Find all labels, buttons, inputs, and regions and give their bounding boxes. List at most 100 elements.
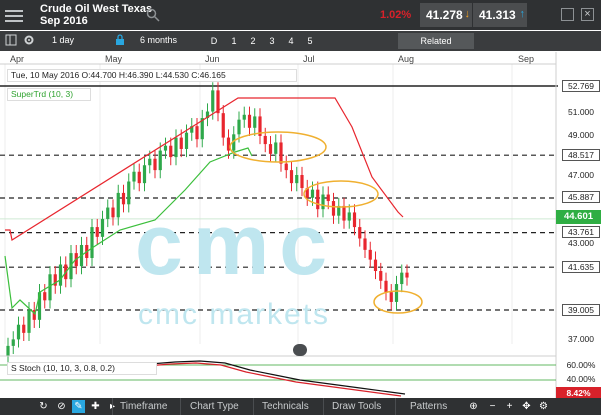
- candlestick: [242, 114, 246, 120]
- candlestick: [153, 158, 157, 171]
- timeframe-button-4[interactable]: 4: [283, 33, 299, 49]
- timeframe-button-3[interactable]: 3: [264, 33, 280, 49]
- candlestick: [347, 212, 351, 221]
- divider: [253, 398, 254, 415]
- candlestick: [90, 227, 94, 259]
- supertrend-legend[interactable]: SuperTrd (10, 3): [7, 88, 91, 101]
- candlestick: [300, 175, 304, 189]
- instrument-expiry: Sep 2016: [40, 15, 88, 27]
- refresh-icon[interactable]: ↻: [37, 400, 50, 413]
- candlestick: [111, 207, 115, 218]
- stoch-k-line: [129, 360, 406, 395]
- chart-toolbar: 1 day 6 months D 1 2 3 4 5 Related: [0, 31, 601, 51]
- tab-chart-type[interactable]: Chart Type: [190, 401, 239, 412]
- buy-price: 41.313: [479, 8, 516, 22]
- timeframe-button-5[interactable]: 5: [302, 33, 318, 49]
- pattern-highlight-ellipse: [229, 131, 327, 163]
- candlestick: [106, 207, 110, 219]
- fit-icon[interactable]: ✥: [520, 400, 533, 413]
- candlestick: [342, 205, 346, 221]
- close-icon[interactable]: ×: [581, 8, 594, 21]
- menu-icon[interactable]: [5, 7, 23, 23]
- divider: [180, 398, 181, 415]
- candlestick: [274, 142, 278, 154]
- layout-icon[interactable]: [5, 34, 17, 48]
- crosshair-icon[interactable]: ⊕: [467, 400, 480, 413]
- tab-timeframe[interactable]: Timeframe: [120, 401, 167, 412]
- candlestick: [389, 292, 393, 302]
- no-icon[interactable]: ⊘: [55, 400, 68, 413]
- candlestick: [174, 137, 178, 158]
- search-icon[interactable]: [146, 8, 160, 22]
- candlestick: [268, 144, 273, 154]
- axis-label: 49.000: [568, 130, 594, 140]
- candlestick: [394, 284, 399, 302]
- timeframe-button-d[interactable]: D: [206, 33, 222, 49]
- candlestick: [405, 272, 409, 278]
- candlestick: [289, 170, 294, 184]
- candlestick: [221, 113, 225, 138]
- candlestick: [163, 145, 168, 151]
- candlestick: [142, 165, 147, 184]
- wrench-icon[interactable]: ✚: [89, 400, 102, 413]
- timeframe-button-2[interactable]: 2: [245, 33, 261, 49]
- zoom-out-icon[interactable]: −: [486, 400, 499, 413]
- candlestick: [284, 163, 288, 171]
- candlestick: [27, 310, 31, 333]
- candlestick: [11, 339, 15, 346]
- candlestick: [169, 145, 173, 158]
- candlestick: [158, 150, 162, 171]
- tab-patterns[interactable]: Patterns: [410, 401, 447, 412]
- pane-splitter-handle[interactable]: [293, 344, 307, 356]
- candlestick: [100, 218, 105, 237]
- buy-arrow-icon: ↑: [519, 8, 526, 20]
- candlestick: [6, 345, 10, 356]
- candlestick: [295, 175, 299, 184]
- month-label: Jul: [303, 54, 315, 64]
- interval-select[interactable]: 1 day: [52, 35, 74, 45]
- settings-icon[interactable]: ⚙: [537, 400, 550, 413]
- axis-label: 37.000: [568, 334, 594, 344]
- candlestick: [195, 126, 199, 140]
- settings-icon[interactable]: [23, 34, 35, 48]
- candlestick: [137, 171, 141, 184]
- month-label: Apr: [10, 54, 25, 64]
- ohlc-info-bar: Tue, 10 May 2016 O:44.700 H:46.390 L:44.…: [7, 69, 297, 82]
- lock-icon[interactable]: [115, 34, 125, 48]
- level-label: 45.887: [562, 191, 600, 203]
- candlestick: [132, 171, 136, 182]
- instrument-title: Crude Oil West Texas Sep 2016: [40, 3, 152, 27]
- header-bar: Crude Oil West Texas Sep 2016 1.02% 41.2…: [0, 0, 601, 30]
- candlestick: [43, 292, 47, 301]
- timeframe-button-1[interactable]: 1: [226, 33, 242, 49]
- candlestick: [352, 212, 357, 228]
- candlestick: [121, 192, 126, 205]
- tab-draw-tools[interactable]: Draw Tools: [332, 401, 381, 412]
- candlestick: [400, 272, 404, 285]
- buy-button[interactable]: 41.313 ↑: [473, 3, 527, 27]
- candlestick: [363, 238, 367, 250]
- current-price-label: 44.601: [556, 210, 601, 224]
- zoom-in-icon[interactable]: +: [503, 400, 516, 413]
- month-label: Sep: [518, 54, 535, 64]
- divider: [323, 398, 324, 415]
- month-label: Jun: [205, 54, 220, 64]
- month-label: May: [105, 54, 123, 64]
- pencil-icon[interactable]: ✎: [72, 400, 85, 413]
- bottom-toolbar: ↻ ⊘ ✎ ✚ ▸ Timeframe Chart Type Technical…: [0, 398, 601, 415]
- level-label: 48.517: [562, 149, 600, 161]
- range-select[interactable]: 6 months: [140, 35, 177, 45]
- candlestick: [127, 181, 131, 205]
- divider: [395, 398, 396, 415]
- candlestick: [247, 114, 252, 128]
- candlestick: [379, 271, 383, 281]
- tab-technicals[interactable]: Technicals: [262, 401, 309, 412]
- level-label: 41.635: [562, 261, 600, 273]
- related-button[interactable]: Related: [398, 33, 474, 49]
- stochastic-legend[interactable]: S Stoch (10, 10, 3, 0.8, 0.2): [7, 362, 157, 375]
- level-label: 52.769: [562, 80, 600, 92]
- sell-button[interactable]: 41.278 ↓: [420, 3, 472, 27]
- stoch-tick: 60.00%: [566, 360, 596, 370]
- candlestick: [58, 264, 63, 286]
- popout-icon[interactable]: [561, 8, 574, 21]
